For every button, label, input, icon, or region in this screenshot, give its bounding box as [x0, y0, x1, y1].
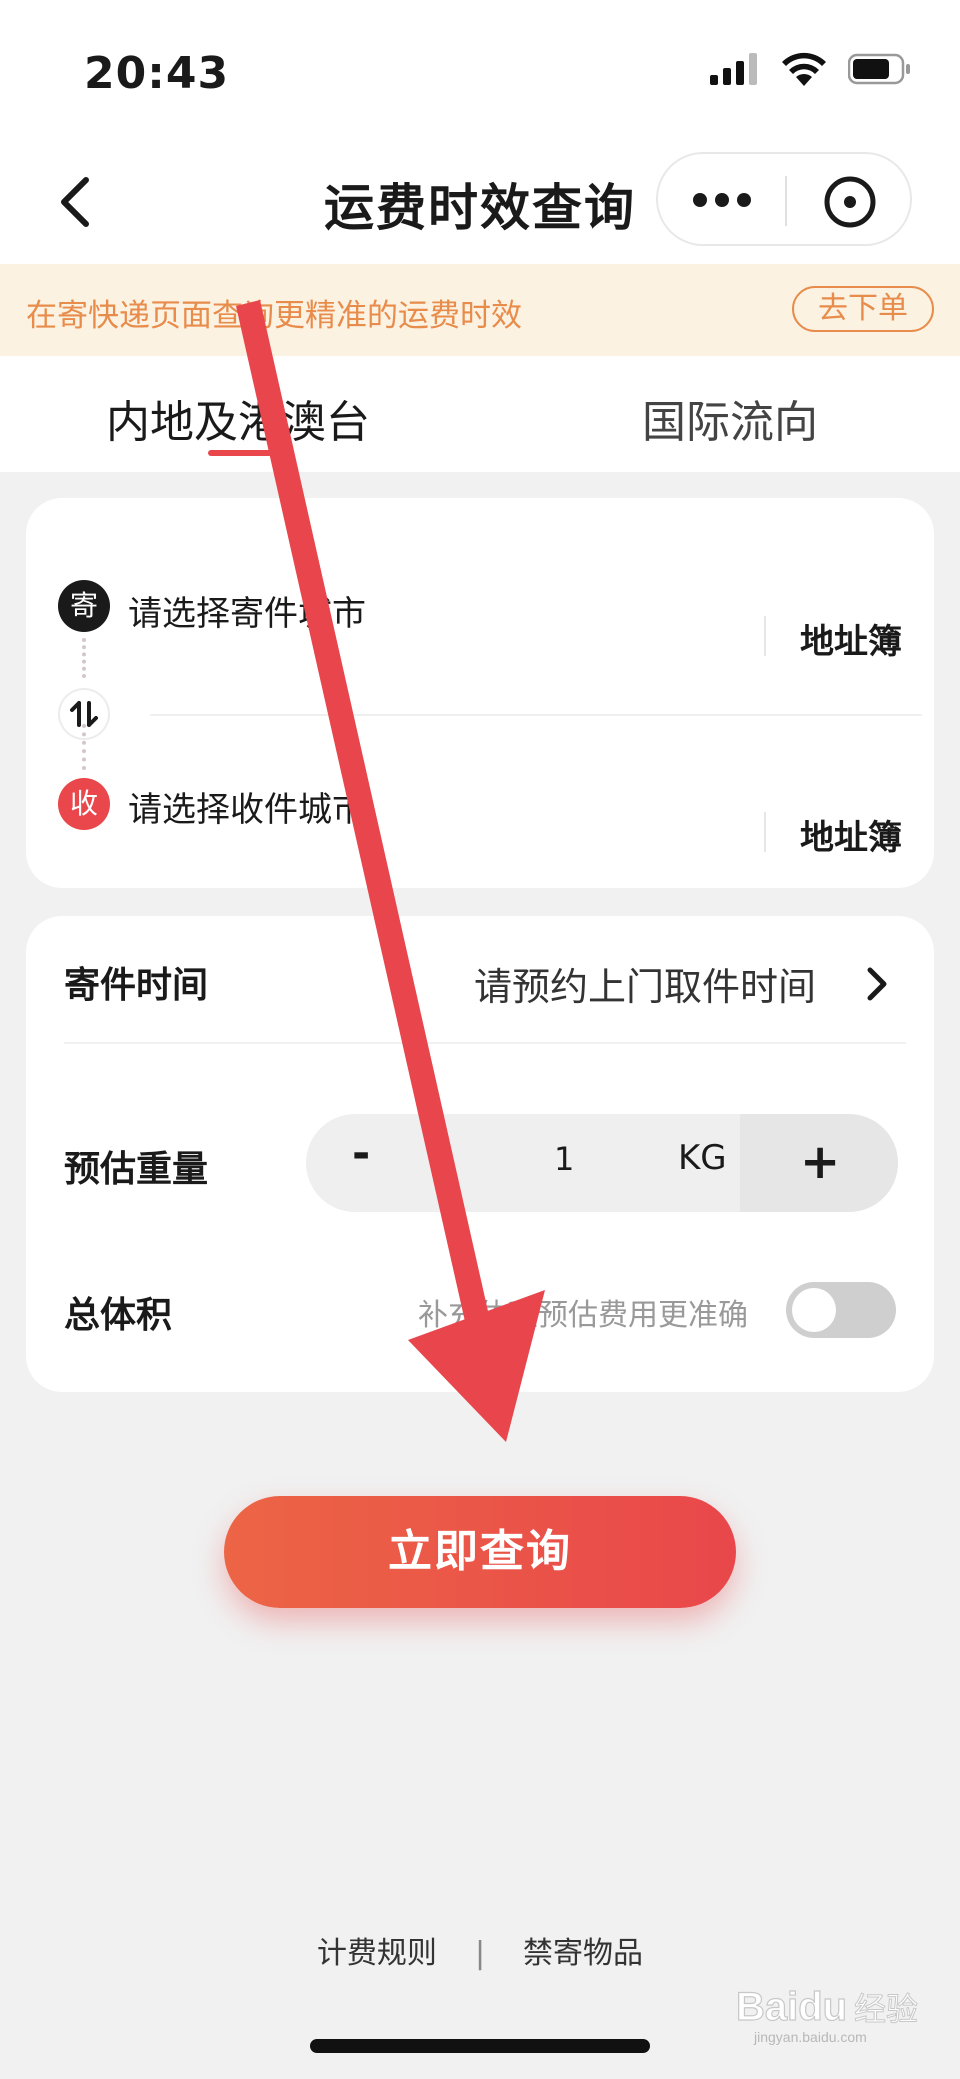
toggle-knob	[792, 1288, 836, 1332]
receiver-city-input[interactable]: 请选择收件城市	[128, 782, 366, 831]
receiver-badge: 收	[58, 778, 110, 830]
cellular-signal-icon	[710, 53, 757, 85]
receiver-address-book-button[interactable]: 地址簿	[800, 810, 902, 859]
notice-bar: 在寄快递页面查询更精准的运费时效 去下单	[0, 264, 960, 356]
capsule-divider	[785, 176, 787, 226]
divider	[64, 1042, 906, 1044]
options-card: 寄件时间 请预约上门取件时间 预估重量 - 1 KG + 总体积 补充体积预估费…	[26, 916, 934, 1392]
baidu-jingyan-watermark: Baidu 经验 jingyan.baidu.com	[736, 1984, 919, 2045]
volume-toggle[interactable]	[786, 1282, 896, 1338]
svg-text:经验: 经验	[854, 1990, 918, 2028]
more-dots-icon	[693, 193, 751, 207]
close-button[interactable]	[822, 174, 878, 230]
route-dots	[82, 724, 90, 770]
status-bar: 20:43	[0, 0, 960, 140]
region-tabs: 内地及港澳台 国际流向	[0, 356, 960, 472]
weight-label: 预估重量	[64, 1149, 209, 1190]
sender-city-input[interactable]: 请选择寄件城市	[128, 586, 366, 635]
nav-bar: 运费时效查询	[0, 140, 960, 264]
send-time-selector[interactable]: 请预约上门取件时间	[474, 956, 816, 1011]
battery-icon	[848, 53, 910, 85]
increase-weight-button[interactable]: +	[740, 1114, 898, 1212]
divider	[764, 812, 766, 852]
billing-rules-link[interactable]: 计费规则	[317, 1928, 437, 1972]
active-tab-indicator	[208, 450, 272, 456]
tab-international[interactable]: 国际流向	[642, 386, 818, 450]
footer-links: 计费规则 | 禁寄物品	[0, 1928, 960, 1972]
weight-unit: KG	[678, 1138, 727, 1178]
divider	[764, 616, 766, 656]
send-time-label: 寄件时间	[64, 965, 209, 1006]
query-button[interactable]: 立即查询	[224, 1496, 736, 1608]
close-circle-icon	[824, 176, 876, 228]
volume-hint: 补充体积预估费用更准确	[418, 1298, 748, 1333]
mini-program-capsule	[656, 152, 912, 246]
go-order-button[interactable]: 去下单	[792, 286, 934, 332]
decrease-weight-button[interactable]: -	[352, 1128, 370, 1179]
footer-separator: |	[474, 1936, 486, 1971]
tab-mainland[interactable]: 内地及港澳台	[106, 386, 370, 450]
route-dots	[82, 638, 90, 678]
divider	[150, 714, 922, 716]
plus-icon: +	[800, 1134, 841, 1190]
weight-stepper: - 1 KG +	[306, 1114, 898, 1212]
svg-text:Baidu: Baidu	[736, 1985, 847, 2029]
svg-text:jingyan.baidu.com: jingyan.baidu.com	[753, 2029, 867, 2045]
more-button[interactable]	[686, 178, 766, 222]
chevron-right-icon[interactable]	[864, 964, 892, 1004]
status-icons	[710, 52, 912, 86]
home-indicator	[310, 2039, 650, 2053]
sender-badge: 寄	[58, 580, 110, 632]
sender-address-book-button[interactable]: 地址簿	[800, 614, 902, 663]
address-card: 寄 收 请选择寄件城市 地址簿 请选择收件城市 地址簿	[26, 498, 934, 888]
wifi-icon	[782, 52, 826, 86]
notice-text: 在寄快递页面查询更精准的运费时效	[26, 298, 522, 334]
status-time: 20:43	[84, 48, 230, 99]
weight-value[interactable]: 1	[554, 1140, 574, 1178]
volume-label: 总体积	[64, 1295, 173, 1336]
prohibited-items-link[interactable]: 禁寄物品	[523, 1928, 643, 1972]
